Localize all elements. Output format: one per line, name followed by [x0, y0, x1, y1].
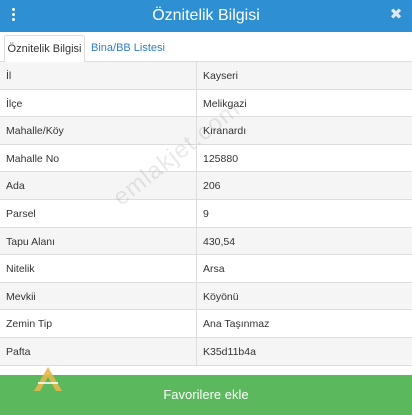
row-value: Arsa [203, 263, 225, 276]
column-divider [196, 89, 197, 117]
column-divider [196, 199, 197, 227]
table-row: Ada 206 [0, 172, 412, 200]
row-value: K35d11b4a [203, 345, 256, 358]
row-value: Kayseri [203, 70, 239, 82]
row-key: Ada [6, 180, 25, 193]
row-key: Pafta [6, 345, 31, 358]
tab-attribute-info[interactable]: Öznitelik Bilgisi [4, 35, 85, 63]
row-key: Tapu Alanı [6, 235, 56, 248]
row-key: Parsel [6, 207, 36, 220]
close-icon[interactable]: ✖ [388, 5, 404, 25]
column-divider [196, 255, 197, 282]
tab-bar: Öznitelik Bilgisi Bina/BB Listesi [0, 32, 412, 63]
agency-logo [34, 367, 62, 391]
panel-header: Öznitelik Bilgisi ✖ [0, 0, 412, 32]
table-row: Nitelik Arsa [0, 255, 412, 283]
row-key: Zemin Tip [6, 318, 53, 331]
row-value: 9 [203, 207, 209, 220]
row-key: Mahalle/Köy [6, 125, 64, 138]
table-row: Tapu Alanı 430,54 [0, 227, 412, 256]
tab-building-list[interactable]: Bina/BB Listesi [88, 35, 168, 63]
table-row: Mevkii Köyönü [0, 282, 412, 311]
row-key: Mahalle No [6, 152, 60, 165]
column-divider [196, 172, 197, 199]
panel-title: Öznitelik Bilgisi [152, 7, 260, 24]
column-divider [196, 282, 197, 310]
table-row: Zemin Tip Ana Taşınmaz [0, 310, 412, 338]
attribute-info-panel: Öznitelik Bilgisi ✖ Öznitelik Bilgisi Bi… [0, 0, 412, 415]
row-key: İl [6, 70, 12, 82]
column-divider [196, 310, 197, 337]
row-value: Ana Taşınmaz [203, 318, 270, 331]
row-value: 430,54 [203, 235, 236, 248]
table-row: Pafta K35d11b4a [0, 337, 412, 366]
column-divider [196, 337, 197, 365]
table-row: Parsel 9 [0, 199, 412, 228]
attribute-table: İl Kayseri İlçe Melikgazi Mahalle/Köy Kıran… [0, 62, 412, 366]
row-value: Köyönü [203, 290, 239, 303]
table-row: İl Kayseri [0, 62, 412, 90]
row-key: Nitelik [6, 263, 35, 276]
row-value: 125880 [203, 152, 239, 165]
column-divider [196, 227, 197, 255]
column-divider [196, 62, 197, 89]
row-key: İlçe [6, 97, 23, 110]
row-value: 206 [203, 180, 221, 193]
row-key: Mevkii [6, 290, 36, 303]
